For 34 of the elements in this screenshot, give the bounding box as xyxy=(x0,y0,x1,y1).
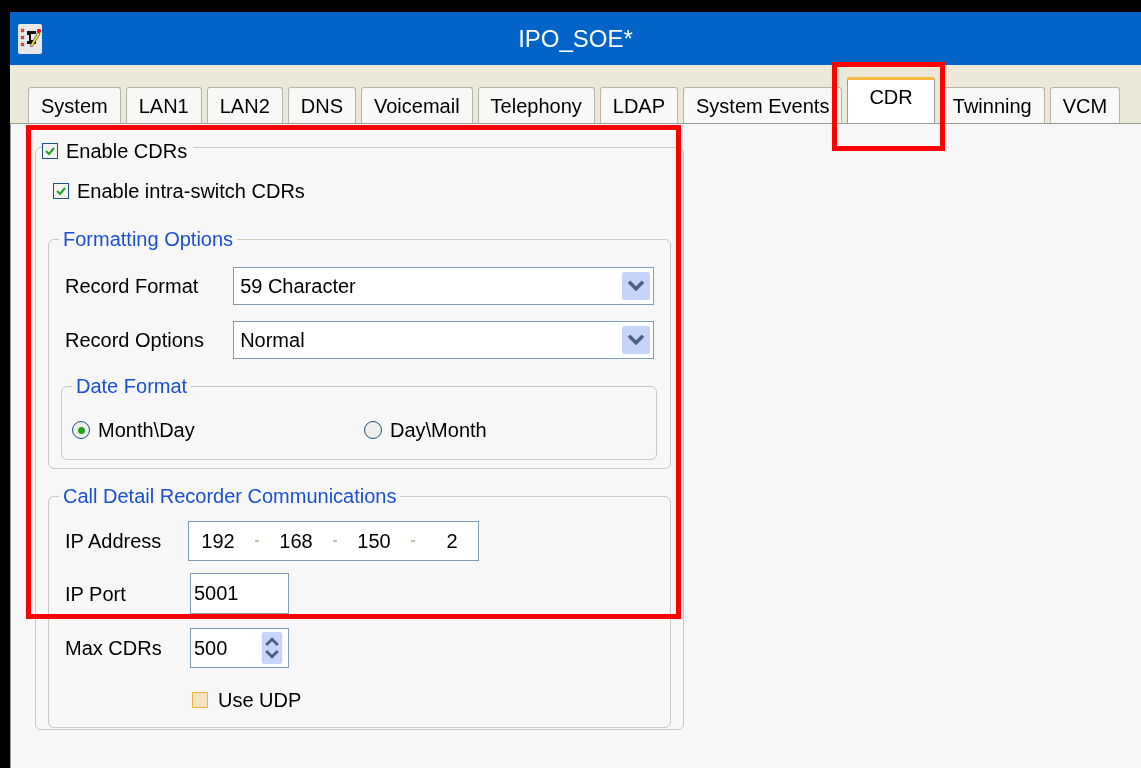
checkbox-label: Use UDP xyxy=(218,688,302,713)
radio-label: Day\Month xyxy=(390,418,487,443)
tab[interactable]: LDAP xyxy=(599,87,679,123)
input-field[interactable]: 5001 xyxy=(190,573,289,614)
field-label: IP Address xyxy=(65,529,163,554)
tab[interactable]: System xyxy=(28,87,121,123)
tab[interactable]: LAN1 xyxy=(125,87,202,123)
tab[interactable]: Telephony xyxy=(477,87,595,123)
radio-label: Month\Day xyxy=(98,418,195,443)
tab[interactable]: Voicemail xyxy=(361,87,473,123)
radio-button[interactable] xyxy=(364,421,382,439)
field-label: Record Format xyxy=(65,274,200,299)
app-icon xyxy=(18,23,42,54)
checkbox[interactable] xyxy=(192,692,208,708)
field-label: Max CDRs xyxy=(65,636,163,661)
tab[interactable]: VCM xyxy=(1049,87,1121,123)
dropdown[interactable]: 59 Character xyxy=(233,267,654,305)
checkbox-label: Enable intra-switch CDRs xyxy=(77,179,305,204)
caret-icon xyxy=(622,325,650,355)
radio-button[interactable] xyxy=(72,421,90,439)
field-label: Record Options xyxy=(65,328,205,353)
checkbox-label: Enable CDRs xyxy=(66,139,188,164)
checkbox[interactable] xyxy=(42,143,58,159)
field-label: IP Port xyxy=(65,581,127,607)
tab[interactable]: CDR xyxy=(847,77,935,123)
spin-field[interactable]: 500 xyxy=(190,628,289,668)
dropdown[interactable]: Normal xyxy=(233,321,654,359)
tab[interactable]: LAN2 xyxy=(206,87,283,123)
window-title: IPO_SOE* xyxy=(518,23,633,54)
tab[interactable]: System Events xyxy=(683,87,843,123)
checkbox[interactable] xyxy=(53,183,69,199)
ip-address-field[interactable]: 192 168 150 2 xyxy=(188,521,479,561)
caret-icon xyxy=(622,271,650,301)
tab[interactable]: DNS xyxy=(287,87,356,123)
